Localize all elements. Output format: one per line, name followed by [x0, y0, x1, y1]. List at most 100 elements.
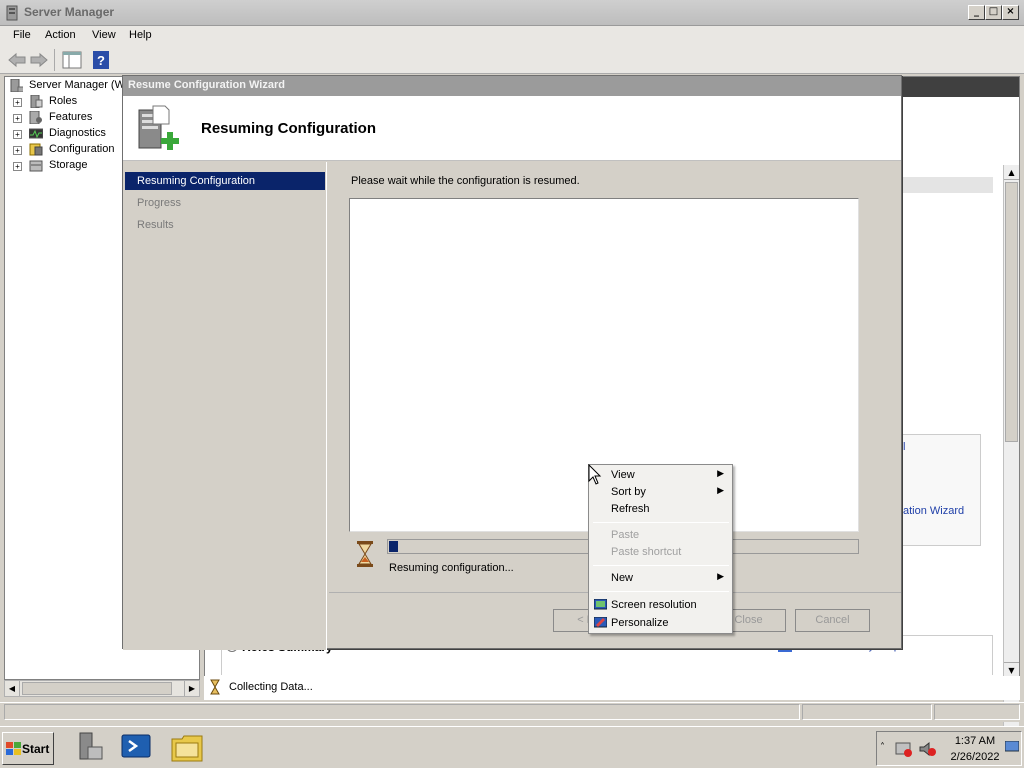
start-button[interactable]: Start [2, 732, 54, 765]
ctx-paste-shortcut[interactable]: Paste shortcut [591, 544, 730, 561]
status-panel [4, 704, 800, 720]
tree-label-storage: Storage [49, 159, 88, 171]
tree-label-root: Server Manager (W [29, 79, 125, 91]
toolbar: ? [0, 46, 1024, 74]
submenu-arrow-icon: ▶ [717, 485, 724, 495]
hourglass-icon [357, 541, 373, 567]
server-manager-taskbar-icon[interactable] [72, 731, 104, 763]
close-button[interactable]: × [1002, 5, 1019, 20]
expand-icon[interactable]: + [13, 146, 22, 155]
features-icon [29, 111, 42, 124]
configuration-icon [29, 143, 43, 156]
show-hide-console-tree-icon[interactable] [62, 51, 82, 69]
scroll-up-icon[interactable]: ▲ [1004, 165, 1019, 180]
wizard-nav: Resuming Configuration Progress Results [123, 162, 327, 650]
wizard-title: Resume Configuration Wizard [128, 79, 285, 91]
menu-bar: File Action View Help [0, 26, 1024, 46]
server-add-icon [138, 105, 179, 150]
wait-message: Please wait while the configuration is r… [351, 175, 580, 187]
clock-time[interactable]: 1:37 AM [947, 735, 1003, 747]
menu-file[interactable]: File [13, 29, 31, 41]
back-arrow-icon[interactable] [8, 52, 26, 68]
nav-resuming-configuration[interactable]: Resuming Configuration [125, 172, 325, 190]
ctx-view[interactable]: View ▶ [591, 467, 730, 484]
submenu-arrow-icon: ▶ [717, 571, 724, 581]
nav-results[interactable]: Results [125, 216, 325, 234]
forward-arrow-icon[interactable] [30, 52, 48, 68]
link-box [901, 434, 981, 546]
taskbar: Start ˄ 1:37 AM 2/26/2022 [0, 726, 1024, 768]
show-hidden-icons-icon[interactable]: ˄ [880, 742, 885, 753]
wizard-header: Resuming Configuration [123, 96, 901, 161]
hourglass-icon [210, 679, 220, 695]
diagnostics-icon [29, 128, 43, 139]
system-tray: ˄ 1:37 AM 2/26/2022 [876, 731, 1022, 766]
ctx-refresh[interactable]: Refresh [591, 501, 730, 518]
volume-muted-icon[interactable] [919, 741, 937, 757]
expand-icon[interactable]: + [13, 130, 22, 139]
window-titlebar[interactable]: Server Manager _ □ × [0, 0, 1024, 26]
start-label: Start [22, 742, 50, 756]
expand-icon[interactable]: + [13, 162, 22, 171]
cancel-button[interactable]: Cancel [795, 609, 870, 632]
server-manager-icon [10, 79, 23, 92]
menu-separator [593, 565, 729, 566]
resume-configuration-wizard: Resume Configuration Wizard Resuming Con… [122, 75, 902, 650]
server-manager-icon [6, 5, 18, 21]
show-desktop-icon[interactable] [1005, 741, 1019, 753]
expand-icon[interactable]: + [13, 114, 22, 123]
nav-progress[interactable]: Progress [125, 194, 325, 212]
menu-separator [593, 591, 729, 592]
explorer-icon[interactable] [170, 731, 204, 763]
windows-logo-icon [6, 742, 21, 755]
clock-date[interactable]: 2/26/2022 [947, 751, 1003, 763]
status-row: Collecting Data... [204, 676, 1020, 700]
svg-text:?: ? [97, 53, 105, 68]
tree-label-roles: Roles [49, 95, 78, 107]
scroll-down-icon[interactable]: ▼ [1004, 662, 1019, 677]
personalize-icon [594, 617, 607, 628]
wizard-link[interactable]: ation Wizard [903, 505, 964, 517]
tree-label-features: Features [49, 111, 93, 123]
menu-separator [593, 522, 729, 523]
menu-help[interactable]: Help [129, 29, 152, 41]
link-fragment[interactable]: l [903, 441, 905, 453]
scroll-thumb[interactable] [1005, 182, 1018, 442]
progress-status-text: Resuming configuration... [389, 562, 514, 574]
status-panel [934, 704, 1020, 720]
powershell-icon[interactable] [121, 733, 151, 761]
minimize-button[interactable]: _ [968, 5, 985, 20]
roles-icon [30, 95, 43, 108]
ctx-new[interactable]: New ▶ [591, 570, 730, 587]
collecting-data-text: Collecting Data... [229, 681, 313, 693]
scroll-left-icon[interactable]: ◀ [5, 681, 20, 696]
storage-icon [29, 160, 43, 172]
scroll-right-icon[interactable]: ▶ [184, 681, 199, 696]
tree-label-configuration: Configuration [49, 143, 115, 155]
progress-fill [389, 541, 398, 552]
wizard-header-title: Resuming Configuration [201, 120, 376, 137]
maximize-button[interactable]: □ [985, 5, 1002, 20]
help-icon[interactable]: ? [93, 51, 109, 69]
details-vertical-scrollbar[interactable]: ▲ ▼ [1003, 165, 1019, 765]
mouse-cursor-icon [588, 464, 602, 485]
section-panel [901, 197, 991, 615]
status-panel [802, 704, 932, 720]
ctx-paste[interactable]: Paste [591, 527, 730, 544]
submenu-arrow-icon: ▶ [717, 468, 724, 478]
menu-action[interactable]: Action [45, 29, 76, 41]
expand-icon[interactable]: + [13, 98, 22, 107]
wizard-titlebar[interactable]: Resume Configuration Wizard [123, 76, 901, 96]
menu-view[interactable]: View [92, 29, 116, 41]
ctx-sort-by[interactable]: Sort by ▶ [591, 484, 730, 501]
scroll-thumb[interactable] [22, 682, 172, 695]
desktop-context-menu: View ▶ Sort by ▶ Refresh Paste Paste short… [588, 464, 733, 634]
ctx-screen-resolution[interactable]: Screen resolution [591, 597, 730, 614]
window-title: Server Manager [24, 5, 115, 19]
tree-horizontal-scrollbar[interactable]: ◀ ▶ [4, 680, 200, 697]
tree-label-diagnostics: Diagnostics [49, 127, 106, 139]
network-error-icon[interactable] [895, 741, 913, 757]
status-bar [0, 702, 1024, 722]
screen-resolution-icon [594, 599, 607, 610]
ctx-personalize[interactable]: Personalize [591, 615, 730, 632]
